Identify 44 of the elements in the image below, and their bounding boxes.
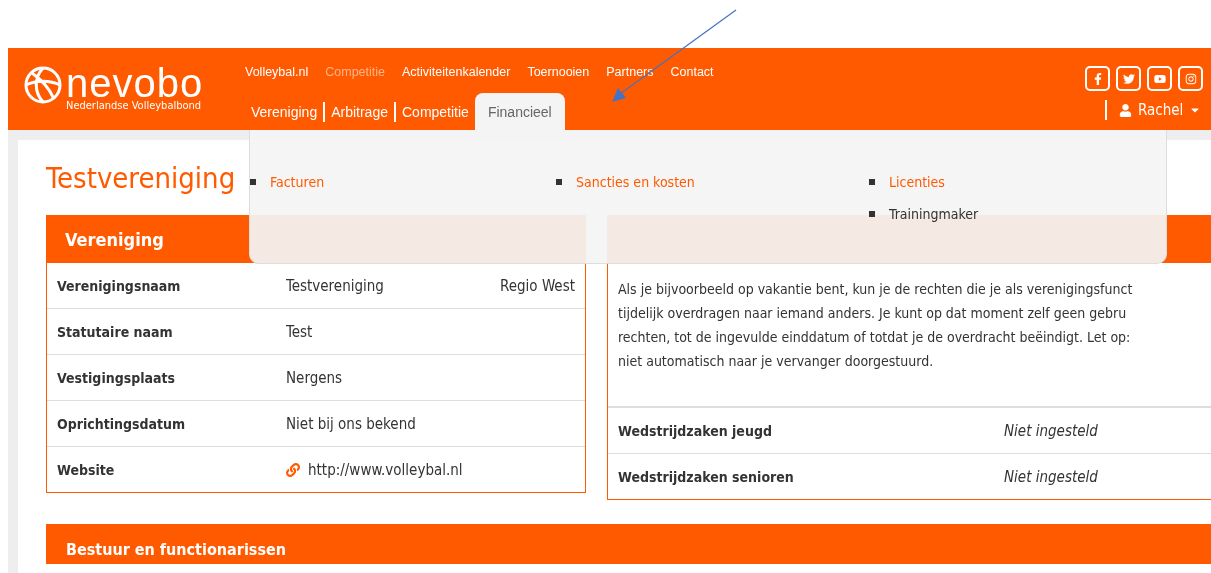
nav-link[interactable]: Contact xyxy=(670,65,714,79)
field-label: Wedstrijdzaken senioren xyxy=(618,468,795,485)
field-label: Oprichtingsdatum xyxy=(57,415,187,432)
region-value: Regio West xyxy=(500,276,575,295)
bullet-icon xyxy=(869,211,875,217)
nav-link[interactable]: Competitie xyxy=(325,65,385,79)
logo-wordmark[interactable]: nevobo xyxy=(66,66,204,100)
menu-link[interactable]: Licenties xyxy=(889,174,945,190)
nav-link[interactable]: Arbitrage xyxy=(323,102,394,122)
field-label: Statutaire naam xyxy=(57,323,174,340)
field-value: Testvereniging xyxy=(286,276,385,295)
user-menu[interactable]: Rachel xyxy=(1105,100,1202,120)
user-icon xyxy=(1119,103,1132,117)
menu-link[interactable]: Trainingmaker xyxy=(889,206,979,222)
logo-tagline: Nederlandse Volleybalbond xyxy=(66,100,203,112)
twitter-icon[interactable] xyxy=(1116,66,1141,91)
field-value: Nergens xyxy=(286,368,344,387)
field-value: Test xyxy=(286,322,314,341)
field-label: Wedstrijdzaken jeugd xyxy=(618,422,773,439)
nav-link[interactable]: Activiteitenkalender xyxy=(402,65,511,79)
panel-title: Bestuur en functionarissen xyxy=(46,524,1211,564)
field-label: Vestigingsplaats xyxy=(57,369,177,386)
nav-link[interactable]: Volleybal.nl xyxy=(245,65,309,79)
youtube-icon[interactable] xyxy=(1147,66,1172,91)
field-label: Verenigingsnaam xyxy=(57,277,182,294)
bullet-icon xyxy=(556,179,562,185)
website-link[interactable]: http://www.volleybal.nl xyxy=(286,460,575,479)
field-label: Website xyxy=(57,461,116,478)
field-value: Niet bij ons bekend xyxy=(286,414,417,433)
facebook-icon[interactable] xyxy=(1085,66,1110,91)
field-value: Niet ingesteld xyxy=(1004,421,1099,440)
nav-link[interactable]: Toernooien xyxy=(527,65,590,79)
instagram-icon[interactable] xyxy=(1178,66,1203,91)
bullet-icon xyxy=(869,179,875,185)
field-value: Niet ingesteld xyxy=(1004,467,1099,486)
menu-link[interactable]: Facturen xyxy=(270,174,325,190)
nav-link[interactable]: Partners xyxy=(606,65,654,79)
page-title: Testvereniging xyxy=(46,160,236,197)
menu-link[interactable]: Sancties en kosten xyxy=(576,174,695,190)
nav-tab[interactable]: Financieel xyxy=(474,93,565,130)
volleyball-icon xyxy=(24,66,62,104)
nav-link[interactable]: Vereniging xyxy=(245,102,324,122)
bullet-icon xyxy=(250,179,256,185)
link-icon xyxy=(286,462,300,477)
